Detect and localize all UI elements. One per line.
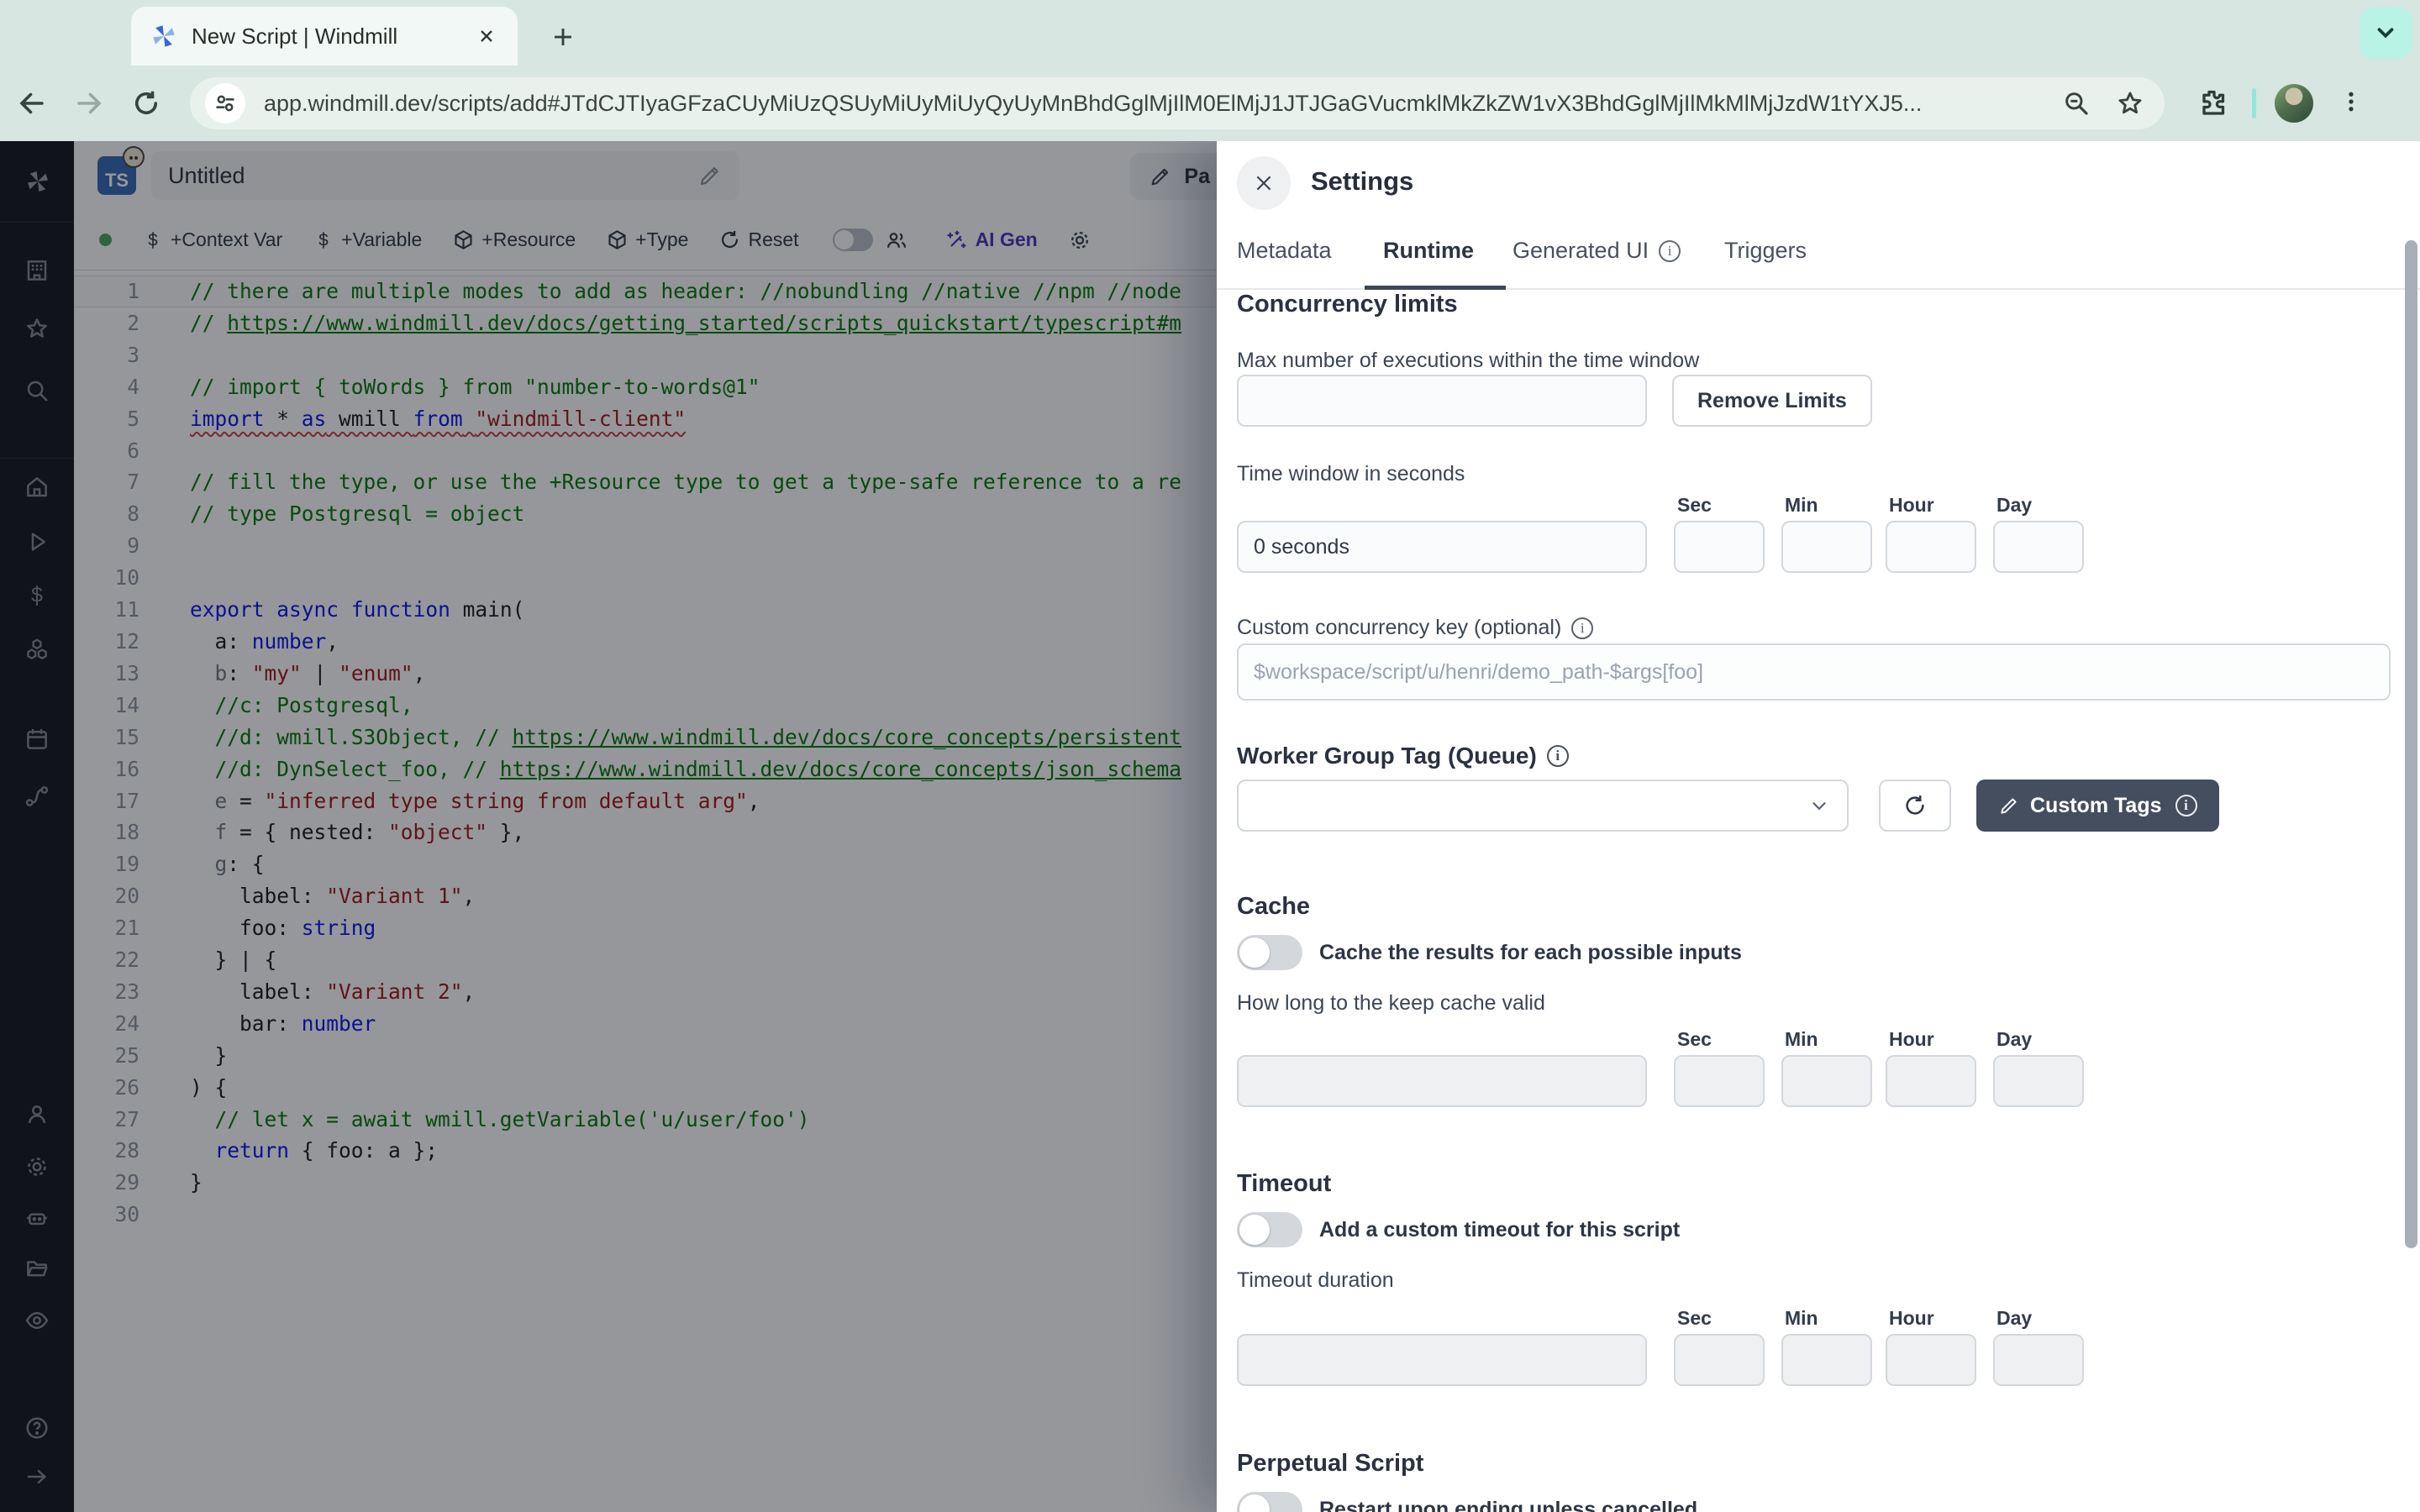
min-label: Min [1785, 1028, 1818, 1051]
tab-title: New Script | Windmill [192, 24, 474, 50]
sec-input[interactable] [1674, 1055, 1765, 1107]
chevron-down-icon [2373, 20, 2398, 45]
settings-drawer: Settings Metadata Runtime Generated UI T… [1217, 141, 2420, 1512]
hour-label: Hour [1889, 1307, 1934, 1330]
min-label: Min [1785, 494, 1818, 517]
concurrency-key-input[interactable]: $workspace/script/u/henri/demo_path-$arg… [1237, 643, 2391, 701]
extensions-puzzle-icon[interactable] [2186, 78, 2237, 129]
drawer-tabs: Metadata Runtime Generated UI Triggers [1217, 223, 2420, 290]
hour-input[interactable] [1886, 521, 1976, 573]
cache-toggle-label: Cache the results for each possible inpu… [1319, 935, 1742, 970]
chevron-down-icon [1808, 795, 1830, 816]
perpetual-toggle-label: Restart upon ending unless cancelled [1319, 1492, 1697, 1512]
worker-group-select[interactable] [1237, 780, 1849, 832]
min-input[interactable] [1781, 521, 1872, 573]
min-input[interactable] [1781, 1334, 1872, 1386]
time-window-value-input[interactable]: 0 seconds [1237, 521, 1647, 573]
perpetual-heading: Perpetual Script [1237, 1450, 1423, 1478]
timeout-toggle[interactable] [1237, 1212, 1302, 1247]
custom-tags-button[interactable]: Custom Tags [1976, 780, 2219, 832]
timeout-duration-input[interactable] [1237, 1334, 1647, 1386]
new-tab-button[interactable] [544, 18, 581, 55]
app-area: $ [0, 141, 2420, 1512]
timeout-duration-label: Timeout duration [1237, 1268, 1394, 1293]
browser-toolbar: app.windmill.dev/scripts/add#JTdCJTIyaGF… [0, 66, 2420, 141]
browser-chrome: New Script | Windmill [0, 0, 2420, 141]
url-bar[interactable]: app.windmill.dev/scripts/add#JTdCJTIyaGF… [190, 77, 2165, 129]
concurrency-key-label: Custom concurrency key (optional) [1237, 616, 1593, 640]
min-label: Min [1785, 1307, 1818, 1330]
max-executions-input[interactable] [1237, 375, 1647, 427]
info-icon [1659, 240, 1681, 262]
cache-toggle[interactable] [1237, 935, 1302, 970]
tab-metadata[interactable]: Metadata [1237, 238, 1332, 264]
hour-input[interactable] [1886, 1334, 1976, 1386]
sec-label: Sec [1677, 1307, 1712, 1330]
info-icon [2175, 795, 2197, 816]
bookmark-star-icon[interactable] [2111, 84, 2149, 123]
browser-tab[interactable]: New Script | Windmill [131, 7, 518, 66]
site-settings-icon[interactable] [205, 83, 245, 123]
info-icon [1547, 745, 1569, 767]
tab-close-icon[interactable] [474, 24, 499, 49]
max-executions-label: Max number of executions within the time… [1237, 349, 1699, 373]
menu-kebab-icon[interactable] [2338, 87, 2364, 120]
edit-pencil-icon [1998, 795, 2020, 816]
hour-label: Hour [1889, 494, 1934, 517]
cache-heading: Cache [1237, 893, 1310, 921]
hour-input[interactable] [1886, 1055, 1976, 1107]
zoom-indicator-icon[interactable] [2057, 84, 2096, 123]
close-icon[interactable] [1237, 156, 1291, 210]
sec-label: Sec [1677, 494, 1712, 517]
profile-avatar[interactable] [2275, 84, 2313, 123]
tab-search-button[interactable] [2360, 7, 2412, 59]
tab-triggers[interactable]: Triggers [1724, 238, 1807, 264]
toolbar-separator [2252, 88, 2256, 118]
hour-label: Hour [1889, 1028, 1934, 1051]
tab-strip: New Script | Windmill [0, 0, 2420, 66]
sec-input[interactable] [1674, 521, 1765, 573]
timeout-toggle-label: Add a custom timeout for this script [1319, 1212, 1680, 1247]
day-input[interactable] [1993, 1055, 2084, 1107]
tab-runtime[interactable]: Runtime [1383, 238, 1474, 264]
sec-input[interactable] [1674, 1334, 1765, 1386]
info-icon [1571, 617, 1593, 639]
remove-limits-button[interactable]: Remove Limits [1672, 375, 1872, 427]
sec-label: Sec [1677, 1028, 1712, 1051]
drawer-title: Settings [1311, 166, 1413, 197]
windmill-favicon-icon [150, 22, 178, 50]
day-label: Day [1996, 1307, 2032, 1330]
day-label: Day [1996, 1028, 2032, 1051]
screen: New Script | Windmill [0, 0, 2420, 1512]
day-label: Day [1996, 494, 2032, 517]
refresh-tags-button[interactable] [1879, 780, 1951, 832]
cache-duration-input[interactable] [1237, 1055, 1647, 1107]
tab-generated-ui[interactable]: Generated UI [1512, 238, 1681, 264]
day-input[interactable] [1993, 1334, 2084, 1386]
url-text[interactable]: app.windmill.dev/scripts/add#JTdCJTIyaGF… [264, 91, 2042, 117]
timeout-heading: Timeout [1237, 1170, 1331, 1198]
concurrency-heading: Concurrency limits [1237, 291, 1458, 318]
reload-icon[interactable] [121, 78, 171, 129]
cache-duration-label: How long to the keep cache valid [1237, 991, 1545, 1016]
day-input[interactable] [1993, 521, 2084, 573]
perpetual-toggle[interactable] [1237, 1492, 1302, 1512]
time-window-label: Time window in seconds [1237, 462, 1465, 486]
refresh-icon [1902, 793, 1928, 818]
back-icon[interactable] [7, 78, 57, 129]
active-tab-underline [1365, 286, 1506, 290]
drawer-backdrop[interactable] [0, 141, 1217, 1512]
drawer-scrollbar[interactable] [2405, 240, 2417, 1248]
worker-group-heading: Worker Group Tag (Queue) [1237, 743, 1569, 769]
forward-icon[interactable] [64, 78, 114, 129]
min-input[interactable] [1781, 1055, 1872, 1107]
